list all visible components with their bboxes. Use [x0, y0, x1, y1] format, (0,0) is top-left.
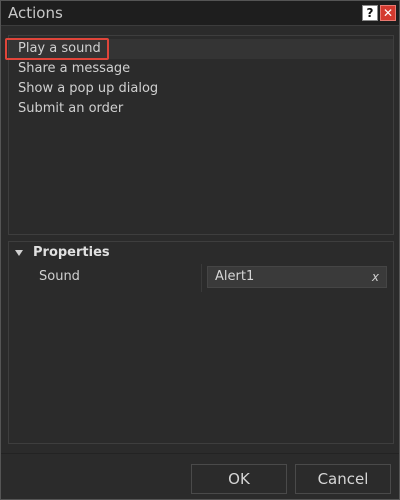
properties-title: Properties — [33, 245, 110, 260]
cancel-button[interactable]: Cancel — [295, 464, 391, 494]
close-icon[interactable]: ✕ — [380, 5, 396, 21]
column-divider[interactable] — [201, 264, 202, 292]
selection-highlight — [5, 38, 109, 60]
properties-header[interactable]: Properties — [9, 242, 393, 264]
list-item-share-a-message[interactable]: Share a message — [9, 59, 393, 79]
list-item-show-a-pop-up-dialog[interactable]: Show a pop up dialog — [9, 79, 393, 99]
dialog-title: Actions — [8, 4, 63, 22]
property-label-sound: Sound — [39, 269, 80, 284]
actions-dialog: Actions ? ✕ Play a sound Share a message… — [0, 0, 400, 500]
sound-value-text: Alert1 — [215, 269, 255, 284]
ok-button[interactable]: OK — [191, 464, 287, 494]
title-bar: Actions ? ✕ — [1, 1, 399, 26]
actions-list: Play a sound Share a message Show a pop … — [8, 35, 394, 235]
list-item-submit-an-order[interactable]: Submit an order — [9, 99, 393, 119]
collapse-arrow-icon[interactable] — [15, 250, 23, 256]
help-icon[interactable]: ? — [362, 5, 378, 21]
properties-panel: Properties Sound Alert1 x — [8, 241, 394, 444]
sound-value-field[interactable]: Alert1 x — [207, 266, 387, 288]
footer-divider — [1, 453, 399, 454]
clear-icon[interactable]: x — [372, 270, 379, 284]
